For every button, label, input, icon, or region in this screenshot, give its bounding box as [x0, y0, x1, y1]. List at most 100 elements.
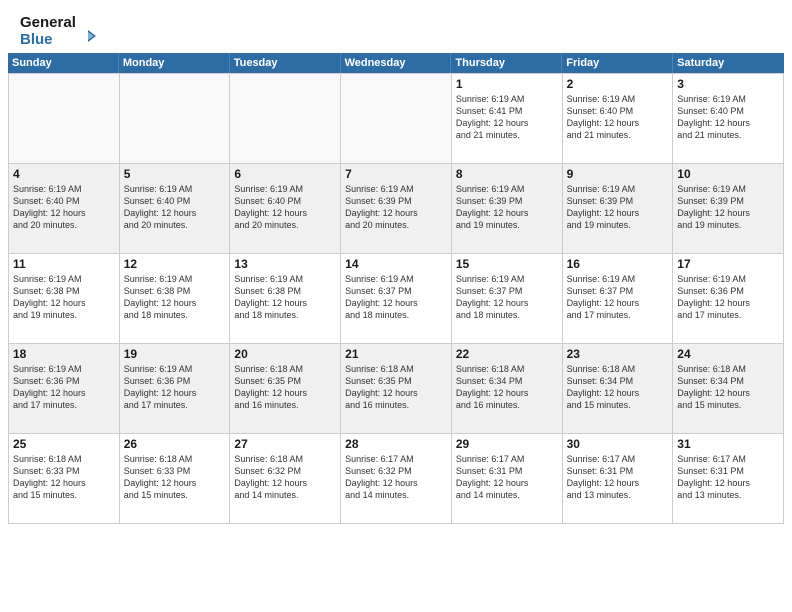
day-number: 8: [456, 167, 558, 181]
day-number: 6: [234, 167, 336, 181]
day-cell-11: 11 Sunrise: 6:19 AMSunset: 6:38 PMDayligh…: [9, 254, 120, 344]
day-number: 24: [677, 347, 779, 361]
day-number: 7: [345, 167, 447, 181]
calendar: SundayMondayTuesdayWednesdayThursdayFrid…: [8, 53, 784, 524]
cell-info: Sunrise: 6:19 AMSunset: 6:40 PMDaylight:…: [13, 183, 115, 232]
day-cell-13: 13 Sunrise: 6:19 AMSunset: 6:38 PMDayligh…: [230, 254, 341, 344]
page-header: General Blue: [0, 0, 792, 53]
cell-info: Sunrise: 6:19 AMSunset: 6:36 PMDaylight:…: [124, 363, 226, 412]
day-number: 3: [677, 77, 779, 91]
cell-info: Sunrise: 6:18 AMSunset: 6:35 PMDaylight:…: [345, 363, 447, 412]
day-cell-10: 10Sunrise: 6:19 AMSunset: 6:39 PMDayligh…: [673, 164, 784, 254]
day-number: 2: [567, 77, 669, 91]
day-number: 20: [234, 347, 336, 361]
day-number: 19: [124, 347, 226, 361]
logo-svg: General Blue: [20, 10, 110, 48]
day-number: 17: [677, 257, 779, 271]
cell-info: Sunrise: 6:17 AMSunset: 6:31 PMDaylight:…: [677, 453, 779, 502]
cell-info: Sunrise: 6:19 AMSunset: 6:39 PMDaylight:…: [677, 183, 779, 232]
day-cell-26: 26 Sunrise: 6:18 AMSunset: 6:33 PMDayligh…: [120, 434, 231, 524]
cell-info: Sunrise: 6:19 AMSunset: 6:37 PMDaylight:…: [567, 273, 669, 322]
calendar-row-1: 1 Sunrise: 6:19 AMSunset: 6:41 PMDaylight…: [9, 74, 784, 164]
day-number: 11: [13, 257, 115, 271]
day-number: 4: [13, 167, 115, 181]
cell-info: Sunrise: 6:19 AMSunset: 6:37 PMDaylight:…: [456, 273, 558, 322]
day-number: 26: [124, 437, 226, 451]
day-cell-5: 5 Sunrise: 6:19 AMSunset: 6:40 PMDaylight…: [120, 164, 231, 254]
day-cell-6: 6Sunrise: 6:19 AMSunset: 6:40 PMDaylight…: [230, 164, 341, 254]
day-number: 25: [13, 437, 115, 451]
day-number: 18: [13, 347, 115, 361]
cell-info: Sunrise: 6:19 AMSunset: 6:40 PMDaylight:…: [124, 183, 226, 232]
day-cell-17: 17 Sunrise: 6:19 AMSunset: 6:36 PMDayligh…: [673, 254, 784, 344]
day-number: 5: [124, 167, 226, 181]
day-cell-21: 21 Sunrise: 6:18 AMSunset: 6:35 PMDayligh…: [341, 344, 452, 434]
cell-info: Sunrise: 6:17 AMSunset: 6:31 PMDaylight:…: [456, 453, 558, 502]
header-day-saturday: Saturday: [673, 53, 784, 73]
svg-text:General: General: [20, 14, 76, 31]
day-cell-7: 7 Sunrise: 6:19 AMSunset: 6:39 PMDaylight…: [341, 164, 452, 254]
day-number: 9: [567, 167, 669, 181]
day-cell-22: 22 Sunrise: 6:18 AMSunset: 6:34 PMDayligh…: [452, 344, 563, 434]
page-container: General Blue SundayMondayTuesdayWednesda…: [0, 0, 792, 524]
calendar-row-4: 18 Sunrise: 6:19 AMSunset: 6:36 PMDayligh…: [9, 344, 784, 434]
cell-info: Sunrise: 6:18 AMSunset: 6:34 PMDaylight:…: [567, 363, 669, 412]
day-number: 13: [234, 257, 336, 271]
day-cell-9: 9Sunrise: 6:19 AMSunset: 6:39 PMDaylight…: [563, 164, 674, 254]
cell-info: Sunrise: 6:19 AMSunset: 6:40 PMDaylight:…: [677, 93, 779, 142]
cell-info: Sunrise: 6:18 AMSunset: 6:35 PMDaylight:…: [234, 363, 336, 412]
day-cell-15: 15 Sunrise: 6:19 AMSunset: 6:37 PMDayligh…: [452, 254, 563, 344]
calendar-row-5: 25 Sunrise: 6:18 AMSunset: 6:33 PMDayligh…: [9, 434, 784, 524]
svg-text:Blue: Blue: [20, 31, 53, 48]
day-number: 15: [456, 257, 558, 271]
header-day-wednesday: Wednesday: [341, 53, 452, 73]
day-cell-1: 1 Sunrise: 6:19 AMSunset: 6:41 PMDaylight…: [452, 74, 563, 164]
cell-info: Sunrise: 6:19 AMSunset: 6:38 PMDaylight:…: [13, 273, 115, 322]
day-number: 31: [677, 437, 779, 451]
day-number: 22: [456, 347, 558, 361]
cell-info: Sunrise: 6:19 AMSunset: 6:40 PMDaylight:…: [567, 93, 669, 142]
calendar-row-3: 11 Sunrise: 6:19 AMSunset: 6:38 PMDayligh…: [9, 254, 784, 344]
cell-info: Sunrise: 6:19 AMSunset: 6:41 PMDaylight:…: [456, 93, 558, 142]
cell-info: Sunrise: 6:19 AMSunset: 6:37 PMDaylight:…: [345, 273, 447, 322]
day-cell-29: 29 Sunrise: 6:17 AMSunset: 6:31 PMDayligh…: [452, 434, 563, 524]
cell-info: Sunrise: 6:17 AMSunset: 6:31 PMDaylight:…: [567, 453, 669, 502]
day-cell-19: 19 Sunrise: 6:19 AMSunset: 6:36 PMDayligh…: [120, 344, 231, 434]
day-cell-3: 3 Sunrise: 6:19 AMSunset: 6:40 PMDaylight…: [673, 74, 784, 164]
day-number: 23: [567, 347, 669, 361]
header-day-monday: Monday: [119, 53, 230, 73]
logo: General Blue: [20, 10, 110, 48]
day-cell-8: 8Sunrise: 6:19 AMSunset: 6:39 PMDaylight…: [452, 164, 563, 254]
day-cell-4: 4 Sunrise: 6:19 AMSunset: 6:40 PMDaylight…: [9, 164, 120, 254]
cell-info: Sunrise: 6:18 AMSunset: 6:33 PMDaylight:…: [124, 453, 226, 502]
day-number: 21: [345, 347, 447, 361]
cell-info: Sunrise: 6:18 AMSunset: 6:34 PMDaylight:…: [677, 363, 779, 412]
cell-info: Sunrise: 6:18 AMSunset: 6:33 PMDaylight:…: [13, 453, 115, 502]
day-number: 1: [456, 77, 558, 91]
calendar-body: 1 Sunrise: 6:19 AMSunset: 6:41 PMDaylight…: [8, 73, 784, 524]
empty-cell: [120, 74, 231, 164]
day-number: 29: [456, 437, 558, 451]
cell-info: Sunrise: 6:19 AMSunset: 6:38 PMDaylight:…: [124, 273, 226, 322]
calendar-header: SundayMondayTuesdayWednesdayThursdayFrid…: [8, 53, 784, 73]
day-number: 14: [345, 257, 447, 271]
day-cell-31: 31 Sunrise: 6:17 AMSunset: 6:31 PMDayligh…: [673, 434, 784, 524]
header-day-thursday: Thursday: [451, 53, 562, 73]
day-cell-23: 23 Sunrise: 6:18 AMSunset: 6:34 PMDayligh…: [563, 344, 674, 434]
day-number: 30: [567, 437, 669, 451]
cell-info: Sunrise: 6:19 AMSunset: 6:36 PMDaylight:…: [677, 273, 779, 322]
cell-info: Sunrise: 6:17 AMSunset: 6:32 PMDaylight:…: [345, 453, 447, 502]
cell-info: Sunrise: 6:19 AMSunset: 6:36 PMDaylight:…: [13, 363, 115, 412]
cell-info: Sunrise: 6:19 AMSunset: 6:38 PMDaylight:…: [234, 273, 336, 322]
cell-info: Sunrise: 6:19 AMSunset: 6:39 PMDaylight:…: [345, 183, 447, 232]
day-cell-20: 20 Sunrise: 6:18 AMSunset: 6:35 PMDayligh…: [230, 344, 341, 434]
day-number: 16: [567, 257, 669, 271]
empty-cell: [341, 74, 452, 164]
day-cell-24: 24 Sunrise: 6:18 AMSunset: 6:34 PMDayligh…: [673, 344, 784, 434]
day-cell-28: 28Sunrise: 6:17 AMSunset: 6:32 PMDayligh…: [341, 434, 452, 524]
cell-info: Sunrise: 6:18 AMSunset: 6:34 PMDaylight:…: [456, 363, 558, 412]
day-cell-18: 18 Sunrise: 6:19 AMSunset: 6:36 PMDayligh…: [9, 344, 120, 434]
day-cell-12: 12Sunrise: 6:19 AMSunset: 6:38 PMDayligh…: [120, 254, 231, 344]
day-cell-16: 16 Sunrise: 6:19 AMSunset: 6:37 PMDayligh…: [563, 254, 674, 344]
empty-cell: [9, 74, 120, 164]
